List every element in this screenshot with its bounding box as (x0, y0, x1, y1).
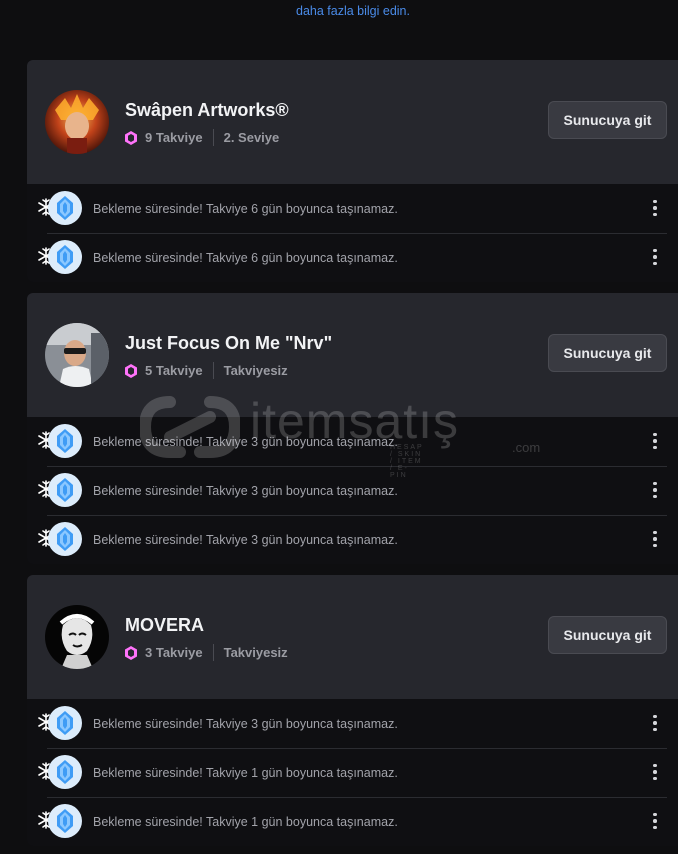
boost-avatar (48, 755, 82, 789)
cooldown-text: Bekleme süresinde! Takviye 3 gün boyunca… (93, 532, 398, 547)
server-name: Swâpen Artworks® (125, 100, 289, 120)
boost-crystal-icon (57, 245, 73, 269)
boost-count: 9 Takviye (145, 130, 203, 145)
boost-row: Bekleme süresinde! Takviye 3 gün boyunca… (27, 417, 678, 466)
boost-crystal-icon (57, 196, 73, 220)
server-meta: 5 Takviye Takviyesiz (125, 362, 288, 379)
more-options-icon[interactable] (643, 527, 667, 551)
boost-avatar (48, 424, 82, 458)
server-level: Takviyesiz (223, 363, 288, 378)
boost-count: 5 Takviye (145, 363, 203, 378)
server-card-header: MOVERA 3 Takviye Takviyesiz Sunucuya git (27, 575, 678, 699)
boost-avatar (48, 706, 82, 740)
cooldown-text: Bekleme süresinde! Takviye 3 gün boyunca… (93, 434, 398, 449)
boost-crystal-icon (57, 711, 73, 735)
boost-avatar (48, 522, 82, 556)
divider (212, 644, 214, 661)
boost-row: Bekleme süresinde! Takviye 6 gün boyunca… (27, 233, 678, 282)
boost-gem-icon (125, 363, 137, 378)
more-options-icon[interactable] (643, 760, 667, 784)
boost-row: Bekleme süresinde! Takviye 6 gün boyunca… (27, 184, 678, 233)
server-level: 2. Seviye (223, 130, 280, 145)
boost-gem-icon (125, 645, 137, 660)
cooldown-text: Bekleme süresinde! Takviye 3 gün boyunca… (93, 483, 398, 498)
learn-more-link[interactable]: daha fazla bilgi edin. (296, 4, 410, 18)
boost-row: Bekleme süresinde! Takviye 1 gün boyunca… (27, 748, 678, 797)
divider (212, 129, 214, 146)
boost-row: Bekleme süresinde! Takviye 3 gün boyunca… (27, 466, 678, 515)
boost-avatar (48, 473, 82, 507)
boost-crystal-icon (57, 760, 73, 784)
boost-crystal-icon (57, 429, 73, 453)
server-card-header: Swâpen Artworks® 9 Takviye 2. Seviye Sun… (27, 60, 678, 184)
boost-avatar (48, 191, 82, 225)
boost-count: 3 Takviye (145, 645, 203, 660)
server-name: Just Focus On Me "Nrv" (125, 333, 333, 353)
boost-row: Bekleme süresinde! Takviye 3 gün boyunca… (27, 515, 678, 564)
go-to-server-button[interactable]: Sunucuya git (548, 334, 667, 372)
boost-crystal-icon (57, 527, 73, 551)
boost-row: Bekleme süresinde! Takviye 3 gün boyunca… (27, 699, 678, 748)
server-level: Takviyesiz (223, 645, 288, 660)
cooldown-text: Bekleme süresinde! Takviye 3 gün boyunca… (93, 716, 398, 731)
more-options-icon[interactable] (643, 809, 667, 833)
cooldown-text: Bekleme süresinde! Takviye 1 gün boyunca… (93, 765, 398, 780)
boost-crystal-icon (57, 478, 73, 502)
more-options-icon[interactable] (643, 478, 667, 502)
go-to-server-button[interactable]: Sunucuya git (548, 616, 667, 654)
server-avatar[interactable] (45, 323, 109, 387)
more-options-icon[interactable] (643, 711, 667, 735)
go-to-server-button[interactable]: Sunucuya git (548, 101, 667, 139)
cooldown-text: Bekleme süresinde! Takviye 6 gün boyunca… (93, 201, 398, 216)
server-avatar[interactable] (45, 90, 109, 154)
boost-avatar (48, 804, 82, 838)
server-card: MOVERA 3 Takviye Takviyesiz Sunucuya git… (27, 575, 678, 846)
server-avatar[interactable] (45, 605, 109, 669)
cooldown-text: Bekleme süresinde! Takviye 6 gün boyunca… (93, 250, 398, 265)
boost-crystal-icon (57, 809, 73, 833)
more-options-icon[interactable] (643, 429, 667, 453)
boost-row: Bekleme süresinde! Takviye 1 gün boyunca… (27, 797, 678, 846)
boost-avatar (48, 240, 82, 274)
divider (212, 362, 214, 379)
server-card: Swâpen Artworks® 9 Takviye 2. Seviye Sun… (27, 60, 678, 282)
boost-gem-icon (125, 130, 137, 145)
server-meta: 3 Takviye Takviyesiz (125, 644, 288, 661)
more-options-icon[interactable] (643, 245, 667, 269)
server-card-header: Just Focus On Me "Nrv" 5 Takviye Takviye… (27, 293, 678, 417)
server-card: Just Focus On Me "Nrv" 5 Takviye Takviye… (27, 293, 678, 564)
server-name: MOVERA (125, 615, 205, 635)
server-meta: 9 Takviye 2. Seviye (125, 129, 279, 146)
more-options-icon[interactable] (643, 196, 667, 220)
cooldown-text: Bekleme süresinde! Takviye 1 gün boyunca… (93, 814, 398, 829)
